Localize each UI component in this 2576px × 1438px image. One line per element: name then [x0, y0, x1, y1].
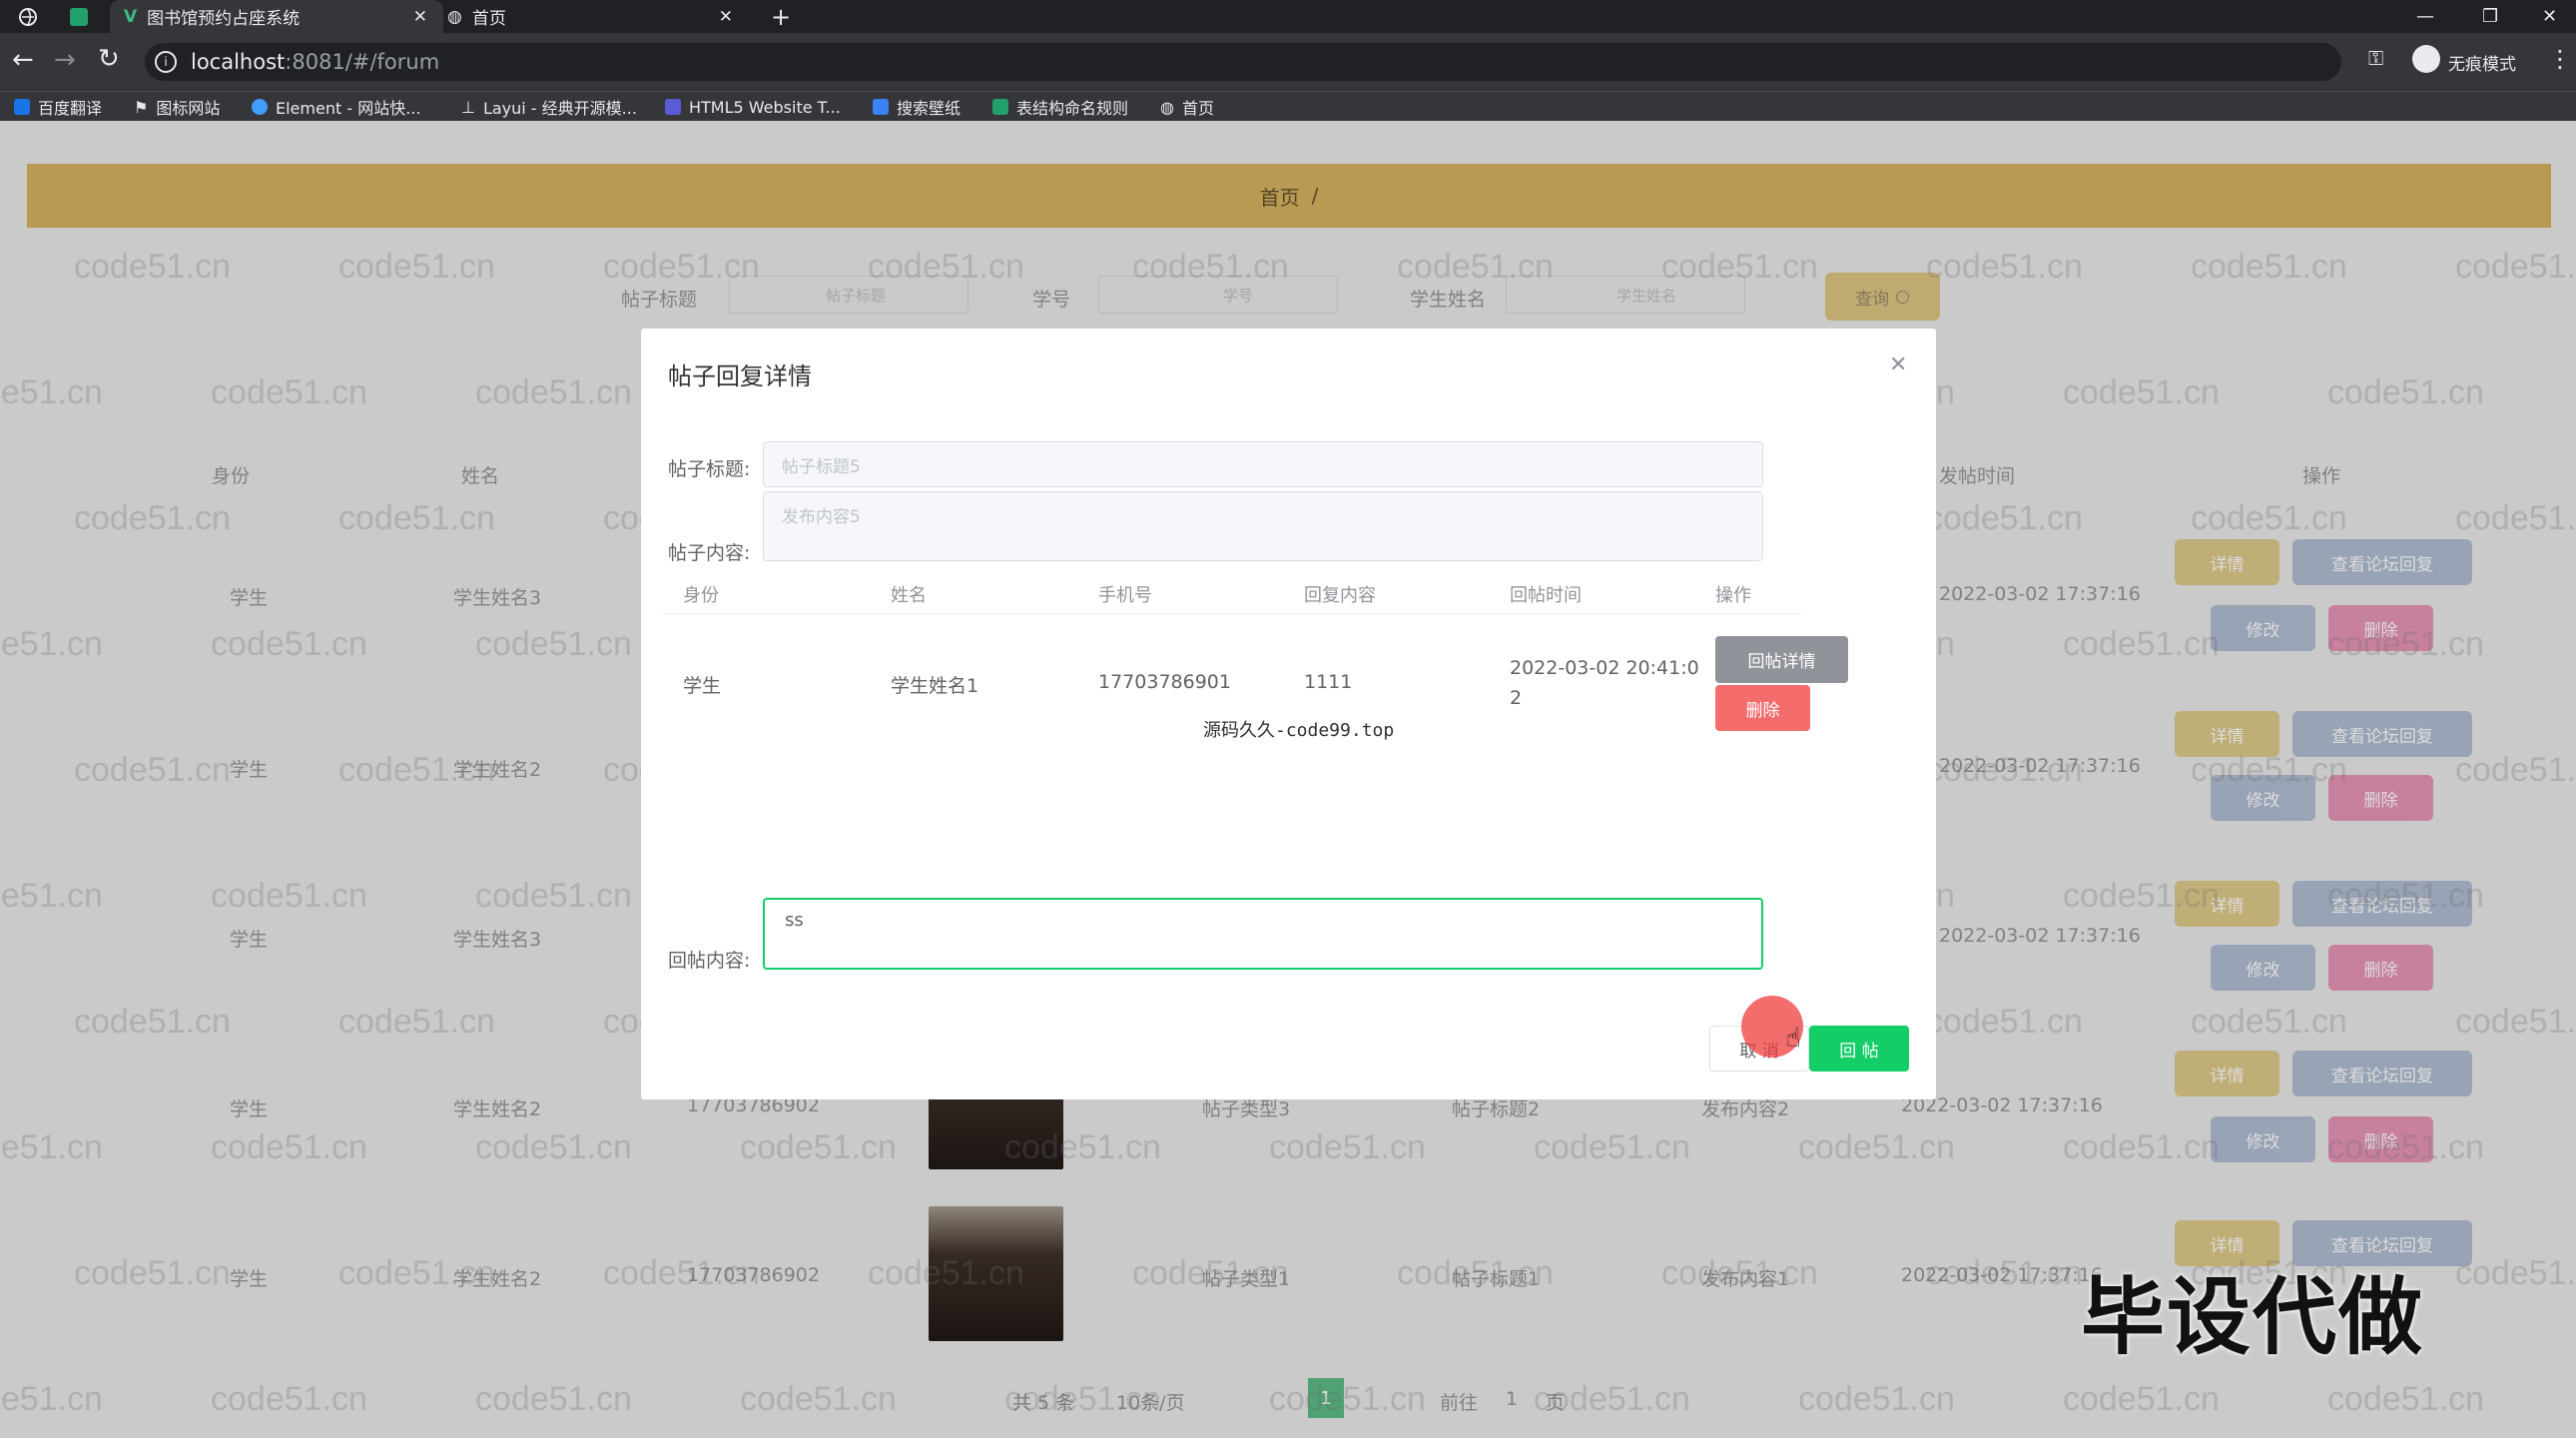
- bookmark-baidu-translate[interactable]: 百度翻译: [14, 92, 102, 122]
- url-host: localhost: [191, 50, 286, 74]
- dialog-title: 帖子回复详情: [668, 362, 812, 390]
- source-note: 源码久久-code99.top: [1203, 720, 1395, 741]
- reply-detail-dialog: 帖子回复详情 ✕ 帖子标题: 帖子标题5 帖子内容: 发布内容5 身份 姓名 手…: [641, 329, 1936, 1099]
- hand-cursor-icon: ☝: [1785, 1024, 1801, 1054]
- close-icon[interactable]: ✕: [1889, 353, 1907, 377]
- incognito-icon[interactable]: [2412, 45, 2440, 73]
- bookmark-label: Layui - 经典开源模...: [482, 99, 637, 118]
- reply-header-name: 姓名: [891, 585, 927, 606]
- post-content-label: 帖子内容:: [668, 542, 751, 564]
- reply-detail-button[interactable]: 回帖详情: [1715, 636, 1848, 683]
- element-icon: [252, 99, 268, 115]
- reply-cell-content: 1111: [1304, 671, 1353, 693]
- sheet-icon: [992, 99, 1008, 115]
- pinned-tab-icon[interactable]: [70, 0, 92, 33]
- button-label: 删除: [1745, 700, 1780, 721]
- minimize-button[interactable]: —: [2416, 0, 2434, 33]
- forward-icon[interactable]: →: [54, 45, 76, 75]
- reply-header-time: 回帖时间: [1510, 585, 1582, 606]
- close-tab-icon[interactable]: ✕: [413, 7, 427, 27]
- bookmark-label: 百度翻译: [38, 99, 103, 118]
- url-rest: :8081/#/forum: [285, 50, 440, 74]
- address-bar[interactable]: i localhost:8081/#/forum: [145, 43, 2341, 81]
- reload-icon[interactable]: ↻: [98, 44, 120, 74]
- bookmark-home[interactable]: ◍ 首页: [1160, 92, 1214, 122]
- bookmark-label: 搜索壁纸: [897, 99, 962, 118]
- close-tab-icon[interactable]: ✕: [719, 7, 733, 27]
- reply-cell-phone: 17703786901: [1098, 671, 1231, 693]
- tab-label: 图书馆预约占座系统: [147, 9, 301, 29]
- submit-reply-button[interactable]: 回 帖: [1809, 1026, 1909, 1072]
- reply-header-content: 回复内容: [1304, 585, 1376, 606]
- bookmark-label: 图标网站: [156, 99, 221, 118]
- button-label: 回帖详情: [1747, 652, 1816, 672]
- vue-icon: V: [124, 6, 138, 27]
- browser-tab-bar: V 图书馆预约占座系统 ✕ ◍ 首页 ✕ + — ❐ ✕: [0, 0, 2576, 33]
- html5-icon: [665, 99, 681, 115]
- wallpaper-icon: [873, 99, 889, 115]
- restore-button[interactable]: ❐: [2482, 0, 2498, 33]
- close-window-button[interactable]: ✕: [2542, 0, 2557, 33]
- bookmark-label: 首页: [1181, 99, 1214, 118]
- post-title-label: 帖子标题:: [668, 458, 751, 480]
- new-tab-button[interactable]: +: [771, 0, 801, 33]
- button-label: 回 帖: [1839, 1041, 1879, 1062]
- reply-content-textarea[interactable]: ss: [763, 898, 1763, 970]
- post-content-textarea[interactable]: 发布内容5: [763, 491, 1763, 561]
- reply-header-actions: 操作: [1715, 585, 1751, 606]
- reply-cell-time-line2: 2: [1510, 687, 1523, 709]
- layui-icon: ⊥: [461, 97, 475, 117]
- table-divider: [663, 613, 1801, 614]
- back-icon[interactable]: ←: [12, 45, 34, 75]
- bookmark-label: 表结构命名规则: [1016, 99, 1129, 118]
- tab-label: 首页: [471, 9, 506, 29]
- bookmarks-bar: 百度翻译 ⚑ 图标网站 Element - 网站快... ⊥ Layui - 经典开…: [0, 91, 2576, 122]
- bookmark-label: Element - 网站快...: [276, 99, 421, 118]
- post-title-input[interactable]: 帖子标题5: [763, 441, 1763, 487]
- reply-delete-button[interactable]: 删除: [1715, 685, 1810, 731]
- reply-header-phone: 手机号: [1098, 585, 1152, 606]
- reply-cell-name: 学生姓名1: [891, 675, 979, 697]
- bookmark-layui[interactable]: ⊥ Layui - 经典开源模...: [461, 92, 637, 122]
- key-icon[interactable]: ⚿: [2368, 46, 2383, 70]
- bookmark-icon-site[interactable]: ⚑ 图标网站: [134, 92, 220, 122]
- tab-library-system[interactable]: V 图书馆预约占座系统 ✕: [110, 0, 443, 33]
- bookmark-element[interactable]: Element - 网站快...: [252, 92, 420, 122]
- reply-cell-time-line1: 2022-03-02 20:41:0: [1510, 657, 1699, 679]
- bookmark-label: HTML5 Website T...: [689, 97, 841, 117]
- flag-icon: ⚑: [134, 97, 149, 117]
- globe-icon: ◍: [447, 6, 462, 27]
- bookmark-table-naming[interactable]: 表结构命名规则: [992, 92, 1128, 122]
- reply-content-label: 回帖内容:: [668, 950, 751, 972]
- overlay-caption: 毕设代做: [2081, 1268, 2425, 1366]
- reply-cell-identity: 学生: [683, 675, 722, 697]
- globe-icon: ◍: [1160, 97, 1174, 117]
- info-icon[interactable]: i: [155, 51, 177, 73]
- reply-header-identity: 身份: [683, 585, 719, 606]
- tab-home[interactable]: ◍ 首页 ✕: [441, 0, 747, 33]
- more-menu-icon[interactable]: ⋮: [2548, 45, 2572, 73]
- bookmark-html5[interactable]: HTML5 Website T...: [665, 92, 841, 122]
- translate-icon: [14, 99, 30, 115]
- browser-menu-icon[interactable]: [18, 0, 40, 33]
- bookmark-wallpaper[interactable]: 搜索壁纸: [873, 92, 961, 122]
- profile-label[interactable]: 无痕模式: [2448, 50, 2516, 75]
